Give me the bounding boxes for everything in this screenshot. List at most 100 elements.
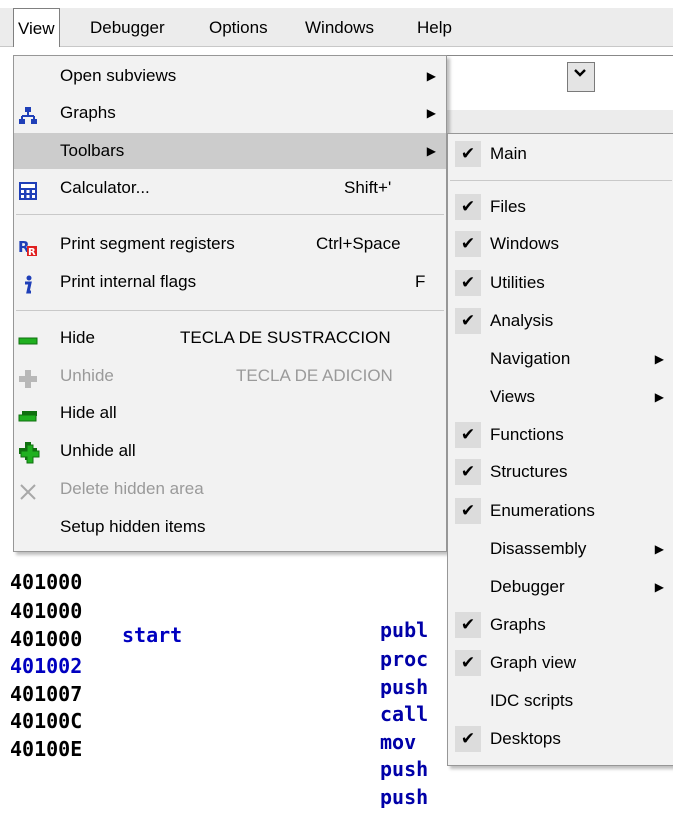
toolbar-item-structures[interactable]: ✔ Structures — [448, 454, 673, 490]
menu-item-open-subviews[interactable]: Open subviews ▶ — [14, 58, 446, 94]
menu-item-shortcut: Shift+' — [344, 178, 392, 197]
info-icon — [18, 272, 38, 294]
menu-item-toolbars[interactable]: Toolbars ▶ — [14, 133, 446, 169]
menu-item-label: Graphs — [60, 103, 116, 122]
menu-separator — [16, 214, 444, 215]
disasm-line[interactable]: 401000 start proc — [10, 575, 428, 671]
toolbar-combo-area — [440, 55, 673, 100]
disasm-instruction: push — [380, 675, 429, 699]
minus-icon — [18, 328, 38, 348]
menu-options[interactable]: Options — [205, 8, 272, 46]
calculator-icon — [18, 178, 38, 200]
toolbar-item-main[interactable]: ✔ Main — [448, 136, 673, 172]
menu-item-label: Print segment registers — [60, 234, 235, 253]
submenu-arrow-icon: ▶ — [654, 542, 664, 556]
menu-debugger[interactable]: Debugger — [86, 8, 169, 46]
menu-windows[interactable]: Windows — [301, 8, 378, 46]
menu-item-unhide[interactable]: Unhide TECLA DE ADICION — [14, 358, 446, 394]
menu-item-label: Unhide — [60, 366, 114, 385]
toolbar-item-idc-scripts[interactable]: IDC scripts — [448, 683, 673, 719]
menu-item-label: Disassembly — [490, 539, 587, 558]
menu-item-hide[interactable]: Hide TECLA DE SUSTRACCION — [14, 320, 446, 356]
disasm-instruction: push — [380, 785, 429, 809]
menu-item-label: Print internal flags — [60, 272, 197, 291]
disasm-line[interactable]: 401002 call — [10, 630, 428, 726]
menu-item-label: Hide — [60, 328, 95, 347]
toolbar-item-graphs[interactable]: ✔ Graphs — [448, 607, 673, 643]
toolbar-item-debugger[interactable]: Debugger ▶ — [448, 569, 673, 605]
menu-item-label: Hide all — [60, 403, 117, 422]
menu-item-label: Structures — [490, 462, 568, 481]
menu-item-label: Calculator... — [60, 178, 150, 197]
menu-item-label: Desktops — [490, 729, 561, 748]
menu-item-calculator[interactable]: Calculator... Shift+' — [14, 170, 446, 206]
menu-item-label: IDC scripts — [490, 691, 574, 710]
menu-item-label: Graphs — [490, 615, 546, 634]
check-icon: ✔ — [455, 459, 481, 485]
check-icon: ✔ — [455, 270, 481, 296]
menu-item-label: Graph view — [490, 653, 576, 672]
toolbar-item-analysis[interactable]: ✔ Analysis — [448, 303, 673, 339]
menu-item-graphs[interactable]: Graphs ▶ — [14, 95, 446, 131]
disasm-instruction: proc — [380, 647, 429, 671]
submenu-arrow-icon: ▶ — [426, 106, 436, 120]
unhide-all-icon — [18, 441, 40, 464]
toolbar-item-windows[interactable]: ✔ Windows — [448, 226, 673, 262]
disasm-line[interactable]: 401007 mov — [10, 658, 416, 754]
menu-separator — [16, 310, 444, 311]
toolbar-item-views[interactable]: Views ▶ — [448, 379, 673, 415]
check-icon: ✔ — [455, 498, 481, 524]
check-icon: ✔ — [455, 194, 481, 220]
disasm-line[interactable]: 40100E push — [10, 713, 428, 809]
disasm-line[interactable]: 401000 push — [10, 603, 428, 699]
submenu-arrow-icon: ▶ — [654, 390, 664, 404]
menu-item-label: Navigation — [490, 349, 571, 368]
menu-item-hide-all[interactable]: Hide all — [14, 395, 446, 431]
toolbar-item-enumerations[interactable]: ✔ Enumerations — [448, 493, 673, 529]
menu-item-setup-hidden-items[interactable]: Setup hidden items — [14, 509, 446, 545]
disasm-instruction: push — [380, 757, 429, 781]
menu-separator — [450, 180, 672, 181]
toolbar-item-functions[interactable]: ✔ Functions — [448, 417, 673, 453]
svg-text:R: R — [28, 247, 36, 257]
toolbar-item-files[interactable]: ✔ Files — [448, 189, 673, 225]
menu-item-label: Enumerations — [490, 501, 595, 520]
disasm-address: 40100E — [10, 737, 83, 761]
submenu-arrow-icon: ▶ — [426, 144, 436, 158]
toolbars-submenu: ✔ Main ✔ Files ✔ Windows ✔ Utilities ✔ A… — [447, 133, 673, 766]
menu-item-print-segment-registers[interactable]: RR Print segment registers Ctrl+Space — [14, 226, 446, 262]
delete-x-icon — [18, 479, 38, 500]
menu-help[interactable]: Help — [413, 8, 456, 46]
menu-item-label: Windows — [490, 234, 559, 253]
menu-item-label: Unhide all — [60, 441, 136, 460]
check-icon: ✔ — [455, 422, 481, 448]
disassembly-view[interactable]: 401000 publ 401000 start proc 401000 pus… — [0, 540, 450, 809]
menu-item-print-internal-flags[interactable]: Print internal flags F — [14, 264, 446, 300]
view-menu-dropdown: Open subviews ▶ Graphs ▶ Toolbars ▶ Calc… — [13, 55, 447, 552]
menu-item-label: Views — [490, 387, 536, 406]
hide-all-icon — [18, 403, 38, 423]
check-icon: ✔ — [455, 308, 481, 334]
menu-item-label: Files — [490, 197, 526, 216]
menu-item-shortcut: TECLA DE SUSTRACCION — [180, 328, 391, 347]
menu-item-label: Delete hidden area — [60, 479, 204, 498]
menu-item-delete-hidden-area[interactable]: Delete hidden area — [14, 471, 446, 507]
menu-item-unhide-all[interactable]: Unhide all — [14, 433, 446, 469]
toolbar-item-disassembly[interactable]: Disassembly ▶ — [448, 531, 673, 567]
combo-dropdown-button[interactable] — [567, 62, 595, 92]
check-icon: ✔ — [455, 650, 481, 676]
menu-item-shortcut: F — [415, 272, 426, 291]
toolbar-item-navigation[interactable]: Navigation ▶ — [448, 341, 673, 377]
toolbar-strip — [440, 110, 673, 134]
toolbar-item-graph-view[interactable]: ✔ Graph view — [448, 645, 673, 681]
submenu-arrow-icon: ▶ — [426, 69, 436, 83]
check-icon: ✔ — [455, 141, 481, 167]
toolbar-item-utilities[interactable]: ✔ Utilities — [448, 265, 673, 301]
chevron-down-icon — [573, 66, 587, 83]
disasm-instruction: mov — [380, 730, 417, 754]
disasm-line[interactable]: 40100C push — [10, 685, 428, 781]
toolbar-item-desktops[interactable]: ✔ Desktops — [448, 721, 673, 757]
menu-item-label: Utilities — [490, 273, 545, 292]
menu-view[interactable]: View — [13, 8, 60, 47]
submenu-arrow-icon: ▶ — [654, 352, 664, 366]
